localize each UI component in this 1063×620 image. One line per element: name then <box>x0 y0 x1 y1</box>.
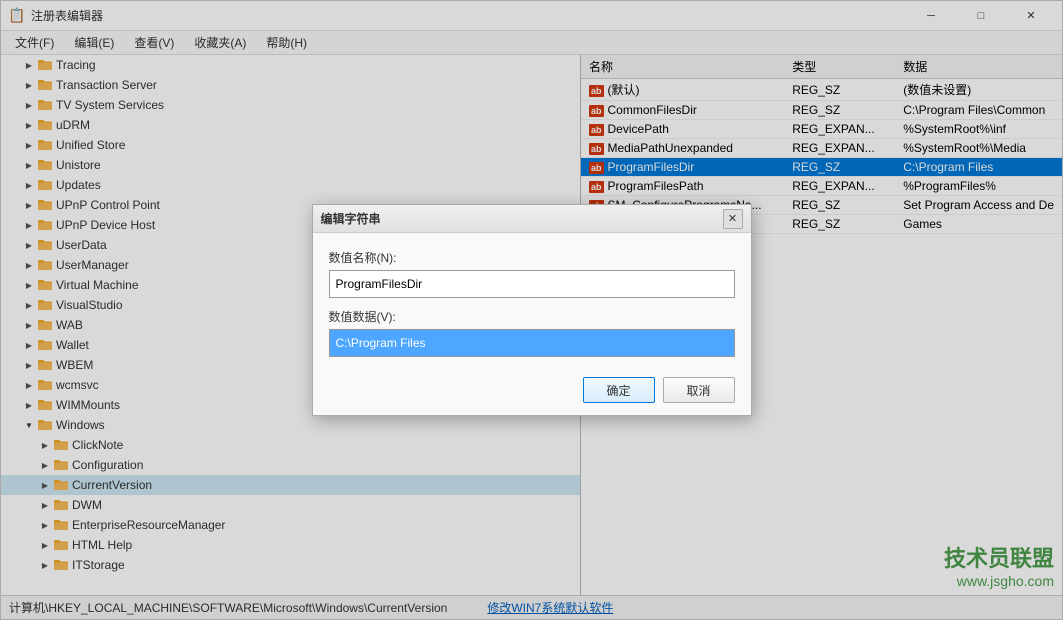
modal-ok-button[interactable]: 确定 <box>583 377 655 403</box>
modal-title-bar: 编辑字符串 ✕ <box>313 205 751 233</box>
modal-body: 数值名称(N): 数值数据(V): <box>313 233 751 369</box>
modal-data-input[interactable] <box>329 329 735 357</box>
modal-name-input[interactable] <box>329 270 735 298</box>
modal-overlay: 编辑字符串 ✕ 数值名称(N): 数值数据(V): 确定 取消 <box>1 1 1062 619</box>
modal-data-label: 数值数据(V): <box>329 308 735 325</box>
registry-editor-window: 📋 注册表编辑器 ─ □ ✕ 文件(F)编辑(E)查看(V)收藏夹(A)帮助(H… <box>0 0 1063 620</box>
modal-cancel-button[interactable]: 取消 <box>663 377 735 403</box>
modal-close-button[interactable]: ✕ <box>723 209 743 229</box>
modal-name-label: 数值名称(N): <box>329 249 735 266</box>
edit-string-modal: 编辑字符串 ✕ 数值名称(N): 数值数据(V): 确定 取消 <box>312 204 752 416</box>
modal-title: 编辑字符串 <box>321 210 723 227</box>
modal-footer: 确定 取消 <box>313 369 751 415</box>
modal-data-field-group: 数值数据(V): <box>329 308 735 357</box>
modal-name-field-group: 数值名称(N): <box>329 249 735 298</box>
